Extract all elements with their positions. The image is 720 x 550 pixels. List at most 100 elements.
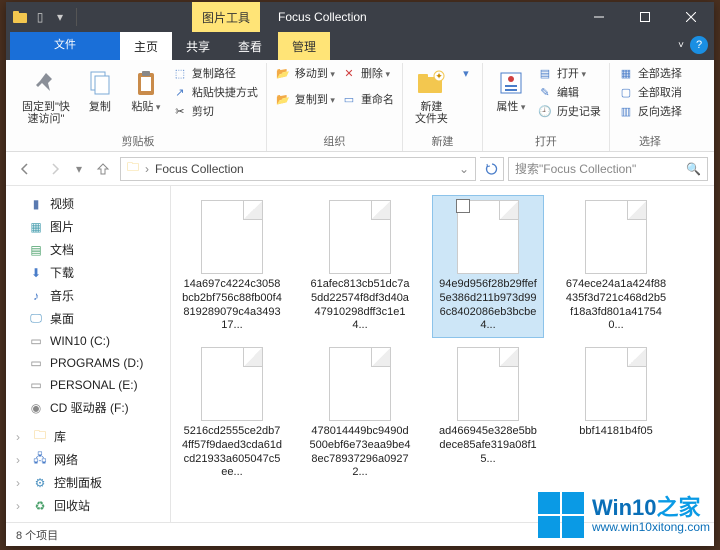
nav-item[interactable]: ▦ 图片: [10, 215, 166, 238]
chevron-right-icon: ›: [145, 162, 149, 176]
copy-path-button[interactable]: ⬚复制路径: [172, 65, 258, 81]
file-item[interactable]: 14a697c4224c3058bcb2bf756c88fb00f4819289…: [177, 196, 287, 337]
file-name: 14a697c4224c3058bcb2bf756c88fb00f4819289…: [181, 278, 283, 333]
nav-item[interactable]: ▤文档: [10, 238, 166, 261]
cut-button[interactable]: ✂剪切: [172, 103, 258, 119]
nav-label: 图片: [50, 218, 74, 235]
minimize-button[interactable]: [576, 2, 622, 32]
item-count: 8 个项目: [16, 527, 58, 543]
file-thumbnail: [201, 200, 263, 274]
copy-button[interactable]: 复制: [80, 65, 120, 115]
paste-button[interactable]: 粘贴: [126, 65, 166, 115]
copy-to-button[interactable]: 📂复制到: [275, 91, 335, 107]
qat-item[interactable]: ▯: [32, 9, 48, 25]
group-label: 新建: [431, 131, 453, 151]
chevron-right-icon: ›: [16, 453, 26, 467]
group-label: 选择: [639, 131, 661, 151]
help-icon[interactable]: ?: [690, 36, 708, 54]
nav-item[interactable]: ◉CD 驱动器 (F:): [10, 396, 166, 419]
nav-item[interactable]: ▭PROGRAMS (D:): [10, 352, 166, 374]
windows-logo-icon: [538, 492, 584, 538]
nav-label: 网络: [54, 451, 78, 468]
recycle-icon: ♻: [32, 498, 48, 514]
qat-item[interactable]: ▾: [52, 9, 68, 25]
file-thumbnail: [585, 200, 647, 274]
tab-share[interactable]: 共享: [172, 32, 224, 60]
tab-file[interactable]: 文件: [10, 32, 120, 60]
pin-icon: [30, 67, 62, 99]
select-all-button[interactable]: ▦全部选择: [618, 65, 682, 81]
nav-item[interactable]: ▭WIN10 (C:): [10, 330, 166, 352]
music-icon: ♪: [28, 288, 44, 304]
file-thumbnail: [457, 347, 519, 421]
video-icon: ▮: [28, 196, 44, 212]
maximize-button[interactable]: [622, 2, 668, 32]
nav-pane[interactable]: ▮ 视频 ▦ 图片 ▤文档⬇下载♪音乐🖵桌面▭WIN10 (C:)▭PROGRAMS (…: [6, 186, 171, 522]
nav-item[interactable]: ›⚙控制面板: [10, 471, 166, 494]
file-thumbnail: [329, 200, 391, 274]
edit-button[interactable]: ✎编辑: [537, 84, 601, 100]
tab-home[interactable]: 主页: [120, 32, 172, 60]
group-open: 属性 ▤打开 ✎编辑 🕘历史记录 打开: [483, 63, 610, 151]
history-button[interactable]: 🕘历史记录: [537, 103, 601, 119]
open-button[interactable]: ▤打开: [537, 65, 601, 81]
back-button[interactable]: [12, 156, 38, 182]
new-folder-icon: ✦: [415, 67, 447, 99]
nav-item[interactable]: ▮ 视频: [10, 192, 166, 215]
close-button[interactable]: [668, 2, 714, 32]
file-list[interactable]: 14a697c4224c3058bcb2bf756c88fb00f4819289…: [171, 186, 714, 522]
select-none-button[interactable]: ▢全部取消: [618, 84, 682, 100]
new-item-button[interactable]: ▾: [458, 65, 474, 81]
svg-text:✦: ✦: [436, 71, 444, 81]
nav-label: PERSONAL (E:): [50, 378, 138, 392]
drive-icon: ▭: [28, 377, 44, 393]
file-item[interactable]: 94e9d956f28b29ffef5e386d211b973d996c8402…: [433, 196, 543, 337]
history-icon: 🕘: [537, 103, 553, 119]
nav-item[interactable]: ▭ PERSONAL (E:): [10, 374, 166, 396]
nav-item[interactable]: ♪音乐: [10, 284, 166, 307]
breadcrumb-item[interactable]: Focus Collection: [155, 162, 244, 176]
properties-icon: [495, 67, 527, 99]
chevron-down-icon[interactable]: ⌄: [459, 162, 469, 176]
rename-button[interactable]: ▭重命名: [341, 91, 394, 107]
paste-shortcut-button[interactable]: ↗粘贴快捷方式: [172, 84, 258, 100]
nav-item[interactable]: 🖵桌面: [10, 307, 166, 330]
tab-manage[interactable]: 管理: [278, 32, 330, 60]
tab-view[interactable]: 查看: [224, 32, 276, 60]
file-item[interactable]: 674ece24a1a424f88435f3d721c468d2b5f18a3f…: [561, 196, 671, 337]
file-item[interactable]: 5216cd2555ce2db74ff57f9daed3cda61dcd2193…: [177, 343, 287, 484]
recent-button[interactable]: ▾: [72, 156, 86, 182]
ribbon-tabs: 文件 主页 共享 查看 管理 ˅ ?: [6, 32, 714, 60]
forward-button[interactable]: [42, 156, 68, 182]
ribbon: 固定到"快 速访问" 复制 粘贴 ⬚复制路径 ↗粘贴快捷方式 ✂剪切 剪贴板: [6, 60, 714, 152]
file-item[interactable]: bbf14181b4f05: [561, 343, 671, 484]
breadcrumb[interactable]: 🗀 › Focus Collection ⌄: [120, 157, 476, 181]
up-button[interactable]: [90, 156, 116, 182]
pin-button[interactable]: 固定到"快 速访问": [18, 65, 74, 127]
nav-item[interactable]: ›🗀库: [10, 425, 166, 448]
search-input[interactable]: 搜索"Focus Collection" 🔍: [508, 157, 708, 181]
file-item[interactable]: 61afec813cb51dc7a5dd22574f8df3d40a479102…: [305, 196, 415, 337]
delete-button[interactable]: ✕删除: [341, 65, 394, 81]
pictures-icon: ▦: [28, 219, 44, 235]
chevron-right-icon: ›: [16, 499, 26, 513]
scissors-icon: ✂: [172, 103, 188, 119]
checkbox[interactable]: [456, 199, 470, 213]
ribbon-collapse-icon[interactable]: ˅: [678, 40, 684, 51]
path-icon: ⬚: [172, 65, 188, 81]
nav-item[interactable]: ›♻回收站: [10, 494, 166, 517]
nav-label: 视频: [50, 195, 74, 212]
new-folder-button[interactable]: ✦ 新建 文件夹: [411, 65, 452, 127]
nav-item[interactable]: ›🖧网络: [10, 448, 166, 471]
file-item[interactable]: 478014449bc9490d500ebf6e73eaa9be48ec7893…: [305, 343, 415, 484]
refresh-button[interactable]: [480, 157, 504, 181]
selectnone-icon: ▢: [618, 84, 634, 100]
nav-item[interactable]: ⬇下载: [10, 261, 166, 284]
file-item[interactable]: ad466945e328e5bbdece85afe319a08f15...: [433, 343, 543, 484]
properties-button[interactable]: 属性: [491, 65, 531, 115]
move-to-button[interactable]: 📂移动到: [275, 65, 335, 81]
nav-label: 文档: [50, 241, 74, 258]
drive-icon: ▭: [28, 333, 44, 349]
invert-select-button[interactable]: ▥反向选择: [618, 103, 682, 119]
group-clipboard: 固定到"快 速访问" 复制 粘贴 ⬚复制路径 ↗粘贴快捷方式 ✂剪切 剪贴板: [10, 63, 267, 151]
